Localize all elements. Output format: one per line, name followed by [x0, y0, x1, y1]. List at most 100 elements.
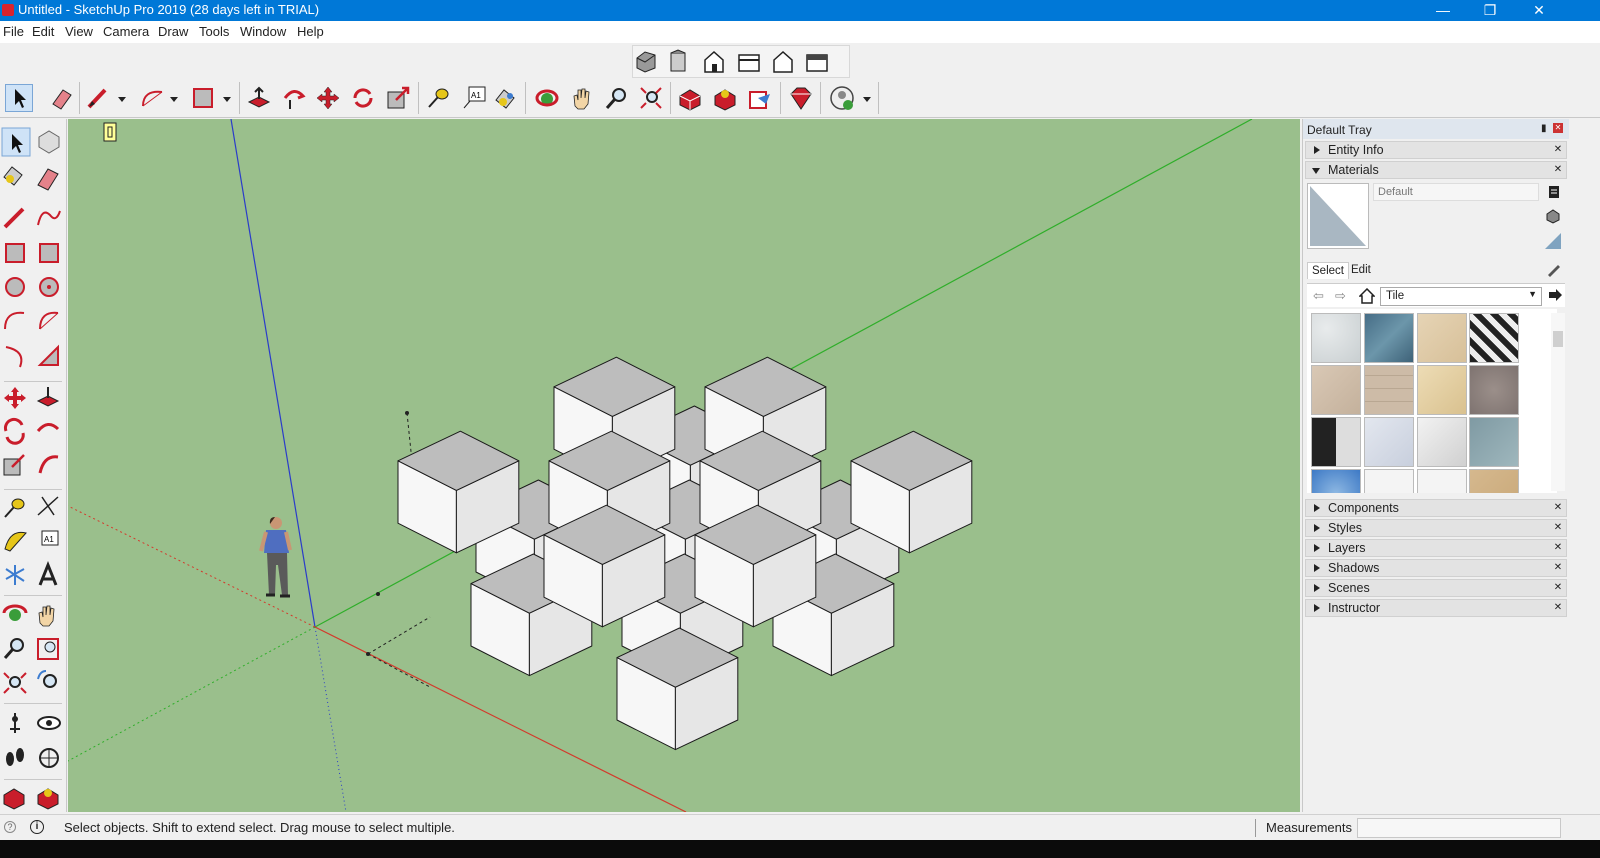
extension-warehouse-icon[interactable]	[37, 788, 59, 810]
details-icon[interactable]	[1547, 184, 1561, 200]
send-to-layout-icon[interactable]	[746, 84, 774, 112]
move-icon[interactable]	[4, 387, 26, 409]
scale-icon[interactable]	[3, 454, 25, 476]
material-name-field[interactable]: Default	[1373, 183, 1539, 201]
sample-paint-icon[interactable]	[1546, 261, 1562, 277]
protractor-icon[interactable]	[4, 531, 27, 552]
polygon-icon[interactable]	[39, 277, 59, 297]
chevron-down-icon[interactable]	[118, 97, 126, 102]
create-material-icon[interactable]	[1545, 208, 1561, 224]
swatch-tile[interactable]	[1469, 417, 1519, 467]
user-account-icon[interactable]	[828, 84, 856, 112]
swatch-tile[interactable]	[1364, 365, 1414, 415]
axes-icon[interactable]	[5, 565, 25, 585]
tab-select[interactable]: Select	[1307, 262, 1349, 279]
position-camera-icon[interactable]	[10, 713, 20, 733]
close-icon[interactable]: ✕	[1553, 603, 1563, 613]
rotate-icon[interactable]	[3, 417, 25, 445]
follow-me-icon[interactable]	[36, 423, 60, 433]
back-arrow-icon[interactable]: ⇦	[1313, 288, 1324, 304]
panel-shadows[interactable]: Shadows ✕	[1305, 559, 1567, 577]
swatch-tile[interactable]	[1364, 469, 1414, 493]
line-tool-icon[interactable]	[84, 84, 112, 112]
menu-help[interactable]: Help	[297, 24, 324, 39]
arc-icon[interactable]	[4, 311, 25, 330]
iso-view-icon[interactable]	[636, 51, 656, 73]
swatch-tile[interactable]	[1417, 469, 1467, 493]
pan-icon[interactable]	[38, 605, 55, 627]
swatch-tile[interactable]	[1311, 469, 1361, 493]
push-pull-icon[interactable]	[36, 387, 60, 407]
chevron-down-icon[interactable]	[223, 97, 231, 102]
drawing-viewport[interactable]	[68, 119, 1300, 812]
menu-file[interactable]: File	[3, 24, 24, 39]
extension-manager-icon[interactable]	[787, 84, 815, 112]
close-icon[interactable]: ✕	[1553, 145, 1563, 155]
minimize-icon[interactable]: —	[1420, 0, 1466, 21]
menu-view[interactable]: View	[65, 24, 93, 39]
menu-tools[interactable]: Tools	[199, 24, 229, 39]
close-icon[interactable]: ✕	[1516, 0, 1562, 21]
panel-styles[interactable]: Styles ✕	[1305, 519, 1567, 537]
swatch-tile[interactable]	[1364, 417, 1414, 467]
instructor-info-icon[interactable]: i	[30, 820, 44, 834]
offset-icon[interactable]	[38, 455, 59, 474]
push-pull-tool-icon[interactable]	[245, 84, 273, 112]
left-view-icon[interactable]	[806, 54, 828, 72]
pan-tool-icon[interactable]	[568, 84, 596, 112]
orbit-icon[interactable]	[2, 604, 28, 621]
zoom-extents-icon[interactable]	[3, 672, 27, 694]
default-material-icon[interactable]	[1543, 231, 1563, 251]
dimension-icon[interactable]	[37, 496, 59, 516]
line-icon[interactable]	[3, 207, 25, 229]
zoom-extents-tool-icon[interactable]	[637, 84, 665, 112]
swatch-tile[interactable]	[1469, 365, 1519, 415]
restore-icon[interactable]: ❐	[1467, 0, 1513, 21]
panel-scenes[interactable]: Scenes ✕	[1305, 579, 1567, 597]
geo-location-icon[interactable]: ?	[4, 821, 16, 833]
paint-bucket-tool-icon[interactable]	[491, 84, 519, 112]
close-icon[interactable]: ✕	[1553, 563, 1563, 573]
menu-draw[interactable]: Draw	[158, 24, 188, 39]
swatch-tile[interactable]	[1417, 417, 1467, 467]
close-icon[interactable]: ✕	[1553, 123, 1563, 133]
zoom-window-icon[interactable]	[37, 638, 59, 660]
swatch-tile[interactable]	[1311, 313, 1361, 363]
pin-icon[interactable]: ▮	[1541, 123, 1547, 134]
panel-layers[interactable]: Layers ✕	[1305, 539, 1567, 557]
swatch-tile[interactable]	[1311, 365, 1361, 415]
scrollbar-thumb[interactable]	[1553, 331, 1563, 347]
menu-edit[interactable]: Edit	[32, 24, 54, 39]
collection-details-icon[interactable]	[1547, 287, 1563, 303]
swatch-tile[interactable]	[1311, 417, 1361, 467]
tape-measure-icon[interactable]	[4, 498, 25, 518]
zoom-tool-icon[interactable]	[603, 84, 631, 112]
swatch-tile[interactable]	[1469, 313, 1519, 363]
text-tool-icon[interactable]: A1	[460, 84, 488, 112]
follow-me-tool-icon[interactable]	[280, 84, 308, 112]
3d-warehouse-icon[interactable]	[676, 84, 704, 112]
3d-text-icon[interactable]	[38, 560, 58, 586]
swatch-tile[interactable]	[1364, 313, 1414, 363]
menu-camera[interactable]: Camera	[103, 24, 149, 39]
right-view-icon[interactable]	[738, 54, 760, 72]
rotated-rectangle-icon[interactable]	[39, 243, 59, 263]
swatch-tile[interactable]	[1469, 469, 1519, 493]
move-tool-icon[interactable]	[314, 84, 342, 112]
3d-warehouse-icon[interactable]	[3, 788, 25, 810]
chevron-down-icon[interactable]	[170, 97, 178, 102]
forward-arrow-icon[interactable]: ⇨	[1335, 288, 1346, 304]
measurements-input[interactable]	[1357, 818, 1561, 838]
swatch-scrollbar[interactable]	[1551, 313, 1565, 491]
front-view-icon[interactable]	[704, 50, 724, 73]
zoom-icon[interactable]	[3, 638, 24, 659]
swatch-tile[interactable]	[1417, 365, 1467, 415]
rectangle-tool-icon[interactable]	[189, 84, 217, 112]
paint-bucket-icon[interactable]	[3, 166, 23, 186]
rotate-tool-icon[interactable]	[349, 84, 377, 112]
select-tool-icon[interactable]	[5, 84, 33, 112]
circle-icon[interactable]	[5, 277, 25, 297]
three-point-arc-icon[interactable]	[5, 346, 23, 368]
home-icon[interactable]	[1358, 287, 1376, 304]
pie-icon[interactable]	[37, 344, 59, 366]
